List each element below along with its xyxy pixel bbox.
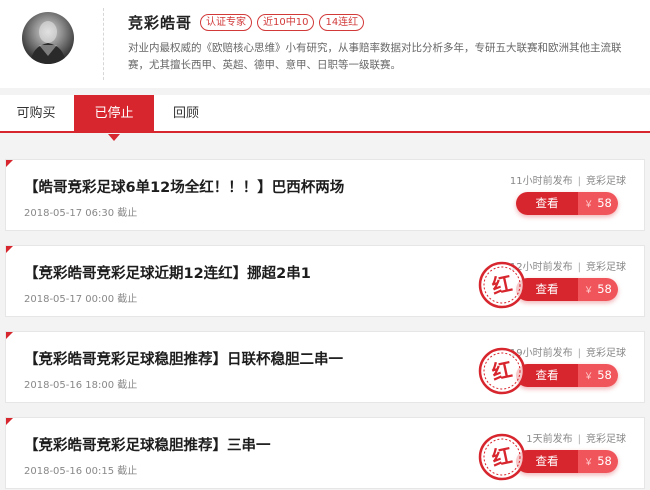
article-category: 竞彩足球 (586, 434, 626, 445)
tab-bar: 可购买 已停止 回顾 (0, 95, 650, 141)
article-deadline: 2018-05-16 18:00 截止 (24, 380, 138, 391)
meta-separator: | (577, 348, 581, 359)
price-value: 58 (597, 454, 612, 468)
expert-avatar-photo (30, 21, 66, 64)
profile-divider (103, 8, 104, 80)
article-meta: 19小时前发布 | 竞彩足球 (510, 344, 626, 359)
article-title[interactable]: 【皓哥竞彩足球6单12场全红！！！】巴西杯两场 (24, 176, 344, 197)
currency-symbol: ￥ (584, 458, 594, 468)
badge-win-streak: 14连红 (319, 14, 365, 31)
card-corner-flag (6, 418, 13, 425)
view-price-button[interactable]: 查看 ￥ 58 (516, 364, 618, 387)
view-price-button[interactable]: 查看 ￥ 58 (516, 192, 618, 215)
article-category: 竞彩足球 (586, 348, 626, 359)
view-button-label: 查看 (516, 450, 578, 473)
tab-stopped[interactable]: 已停止 (74, 95, 154, 141)
tab-review[interactable]: 回顾 (156, 95, 216, 133)
price-tag: ￥ 58 (578, 278, 618, 301)
article-card[interactable]: 【皓哥竞彩足球6单12场全红！！！】巴西杯两场 2018-05-17 06:30… (5, 159, 645, 231)
card-corner-flag (6, 160, 13, 167)
view-button-label: 查看 (516, 364, 578, 387)
article-card[interactable]: 【竞彩皓哥竞彩足球稳胆推荐】三串一 2018-05-16 00:15 截止 1天… (5, 417, 645, 489)
stamp-text: 红 (490, 357, 515, 385)
meta-separator: | (577, 176, 581, 187)
price-value: 58 (597, 368, 612, 382)
badge-certified: 认证专家 (200, 14, 252, 31)
publish-time: 12小时前发布 (509, 262, 573, 273)
article-title[interactable]: 【竞彩皓哥竞彩足球稳胆推荐】日联杯稳胆二串一 (24, 348, 343, 369)
currency-symbol: ￥ (584, 286, 594, 296)
article-card[interactable]: 【竞彩皓哥竞彩足球近期12连红】挪超2串1 2018-05-17 00:00 截… (5, 245, 645, 317)
expert-name: 竞彩皓哥 (128, 14, 193, 32)
article-deadline: 2018-05-17 06:30 截止 (24, 208, 138, 219)
view-price-button[interactable]: 查看 ￥ 58 (516, 450, 618, 473)
meta-separator: | (577, 262, 581, 273)
badge-recent-record: 近10中10 (257, 14, 315, 31)
price-tag: ￥ 58 (578, 364, 618, 387)
article-meta: 11小时前发布 | 竞彩足球 (510, 172, 626, 187)
article-meta: 1天前发布 | 竞彩足球 (526, 430, 626, 445)
card-corner-flag (6, 332, 13, 339)
article-deadline: 2018-05-17 00:00 截止 (24, 294, 138, 305)
article-category: 竞彩足球 (586, 176, 626, 187)
price-tag: ￥ 58 (578, 450, 618, 473)
article-card[interactable]: 【竞彩皓哥竞彩足球稳胆推荐】日联杯稳胆二串一 2018-05-16 18:00 … (5, 331, 645, 403)
currency-symbol: ￥ (584, 200, 594, 210)
meta-separator: | (577, 434, 581, 445)
expert-bio: 对业内最权威的《欧赔核心思维》小有研究，从事赔率数据对比分析多年，专研五大联赛和… (128, 42, 622, 71)
view-button-label: 查看 (516, 278, 578, 301)
stamp-text: 红 (490, 271, 515, 299)
publish-time: 19小时前发布 (509, 348, 573, 359)
stamp-text: 红 (490, 443, 515, 471)
currency-symbol: ￥ (584, 372, 594, 382)
article-title[interactable]: 【竞彩皓哥竞彩足球近期12连红】挪超2串1 (24, 262, 311, 283)
card-corner-flag (6, 246, 13, 253)
article-meta: 12小时前发布 | 竞彩足球 (510, 258, 626, 273)
expert-badges: 认证专家 近10中10 14连红 (200, 14, 365, 31)
publish-time: 1天前发布 (526, 434, 573, 445)
view-price-button[interactable]: 查看 ￥ 58 (516, 278, 618, 301)
publish-time: 11小时前发布 (509, 176, 573, 187)
article-title[interactable]: 【竞彩皓哥竞彩足球稳胆推荐】三串一 (24, 434, 271, 455)
expert-profile-header: 竞彩皓哥 认证专家 近10中10 14连红 对业内最权威的《欧赔核心思维》小有研… (0, 0, 650, 88)
tab-available[interactable]: 可购买 (0, 95, 72, 133)
article-category: 竞彩足球 (586, 262, 626, 273)
article-deadline: 2018-05-16 00:15 截止 (24, 466, 138, 477)
view-button-label: 查看 (516, 192, 578, 215)
price-tag: ￥ 58 (578, 192, 618, 215)
price-value: 58 (597, 282, 612, 296)
avatar[interactable] (22, 12, 74, 64)
price-value: 58 (597, 196, 612, 210)
